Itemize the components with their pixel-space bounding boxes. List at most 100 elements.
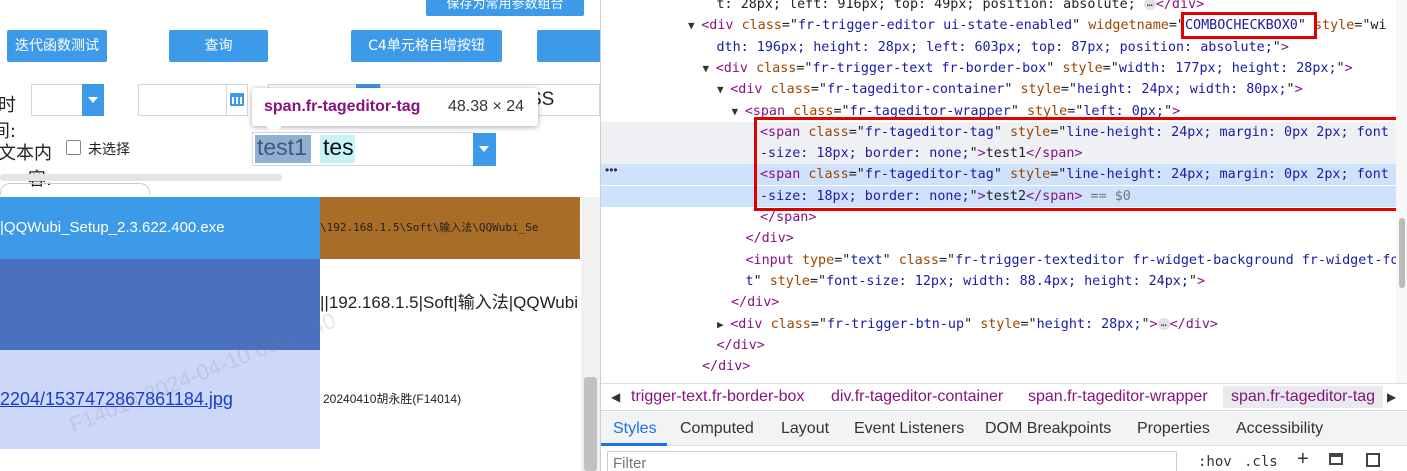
- cls-toggle[interactable]: .cls: [1244, 454, 1278, 470]
- code-token: </div>: [1169, 316, 1218, 332]
- query-button[interactable]: 查询: [169, 30, 268, 62]
- code-token: height: 24px; width: 80px;: [1076, 82, 1287, 98]
- tab-dom-breakpoints[interactable]: DOM Breakpoints: [985, 420, 1111, 438]
- unselected-checkbox[interactable]: [66, 140, 81, 155]
- dom-tree-line[interactable]: <input type="text" class="fr-trigger-tex…: [601, 250, 1407, 271]
- code-token: >: [1196, 273, 1206, 289]
- code-token: class: [756, 60, 797, 76]
- scroll-left-icon[interactable]: ◀: [611, 384, 620, 410]
- code-token: ": [1141, 316, 1150, 332]
- hov-toggle[interactable]: :hov: [1198, 454, 1232, 470]
- extra-button[interactable]: [537, 30, 600, 62]
- code-token: type: [801, 252, 835, 268]
- code-token: <div: [730, 316, 771, 332]
- code-token: fr-tageditor-container: [827, 82, 1005, 98]
- tooltip-selector: span.fr-tageditor-tag: [264, 98, 421, 115]
- dom-tree-line[interactable]: t" style="font-size: 12px; width: 88.4px…: [601, 271, 1407, 292]
- iterate-test-button[interactable]: 迭代函数测试: [7, 30, 107, 62]
- expand-triangle-icon[interactable]: ▼: [732, 105, 745, 118]
- code-token: <div: [715, 60, 757, 76]
- code-token: t: 28px; left: 916px; top: 49px; positio…: [716, 0, 1144, 12]
- sidebar-toggle-icon[interactable]: [1366, 453, 1380, 467]
- code-token: class: [741, 18, 782, 34]
- combo-checkbox[interactable]: test1 tes: [252, 132, 474, 166]
- code-token: =": [1060, 82, 1077, 98]
- breadcrumb-item[interactable]: div.fr-tageditor-container: [831, 384, 1003, 410]
- ellipsis-badge[interactable]: …: [1157, 317, 1170, 330]
- more-icon[interactable]: •••: [605, 163, 618, 177]
- dom-tree-line[interactable]: ▼ <div class="fr-trigger-text fr-border-…: [601, 58, 1407, 79]
- code-token: width: 177px; height: 28px;: [1118, 60, 1337, 76]
- code-token: height: 28px;: [1036, 316, 1142, 332]
- code-token: ": [753, 273, 770, 289]
- chevron-down-icon[interactable]: [82, 84, 104, 116]
- code-token: fr-trigger-editor ui-state-enabled: [798, 18, 1073, 34]
- code-token: ": [964, 316, 981, 332]
- tab-computed[interactable]: Computed: [680, 420, 754, 438]
- tab-accessibility[interactable]: Accessibility: [1236, 420, 1323, 438]
- vertical-scrollbar[interactable]: [581, 197, 600, 471]
- collapse-triangle-icon[interactable]: ▶: [717, 318, 730, 331]
- devtools-scrollbar[interactable]: [1396, 0, 1407, 383]
- chevron-down-icon[interactable]: [473, 133, 496, 166]
- code-token: >: [1294, 82, 1303, 98]
- code-token: <div: [730, 82, 771, 98]
- dom-tree-line[interactable]: ▶ <div class="fr-trigger-btn-up" style="…: [601, 314, 1407, 335]
- dom-tree-line[interactable]: </div>: [601, 292, 1407, 313]
- save-params-button[interactable]: 保存为常用参数组合: [426, 0, 584, 16]
- dom-tree-line[interactable]: </div>: [601, 335, 1407, 356]
- breadcrumb-item[interactable]: trigger-text.fr-border-box: [631, 384, 804, 410]
- filter-bar: :hov .cls +: [601, 446, 1407, 471]
- code-token: ": [1336, 60, 1345, 76]
- code-token: </span>: [760, 210, 817, 225]
- expand-triangle-icon[interactable]: ▼: [717, 83, 730, 96]
- computed-styles-icon[interactable]: [1329, 453, 1343, 465]
- tooltip-size: 48.38 × 24: [448, 98, 525, 115]
- time-label: 时间:: [0, 95, 16, 142]
- code-token: </div>: [702, 359, 751, 375]
- code-token: =": [810, 316, 827, 332]
- code-token: =": [810, 273, 827, 289]
- code-token: =": [781, 18, 798, 34]
- code-token: ": [1272, 39, 1281, 55]
- horizontal-scrollbar[interactable]: [0, 174, 282, 181]
- code-token: ": [1046, 60, 1063, 76]
- tab-styles[interactable]: Styles: [613, 420, 657, 438]
- dom-tree-line[interactable]: </div>: [601, 228, 1407, 249]
- code-token: ": [1004, 82, 1021, 98]
- scroll-right-icon[interactable]: ▶: [1387, 384, 1396, 410]
- code-token: >: [1344, 60, 1353, 76]
- code-token: style: [769, 273, 810, 289]
- code-token: style: [1020, 82, 1061, 98]
- code-token: =": [810, 82, 827, 98]
- divider: [0, 183, 150, 195]
- table-cell: \192.168.1.5\Soft\输入法\QQWubi_Se: [320, 197, 580, 259]
- expand-triangle-icon[interactable]: ▼: [688, 19, 701, 32]
- code-token: >: [1149, 316, 1158, 332]
- styles-filter-input[interactable]: [607, 451, 1177, 471]
- ellipsis-badge[interactable]: …: [1143, 0, 1156, 10]
- code-token: ": [1188, 273, 1197, 289]
- tab-layout[interactable]: Layout: [781, 420, 829, 438]
- dom-tree-line[interactable]: dth: 196px; height: 28px; left: 603px; t…: [601, 37, 1407, 58]
- tag-test1[interactable]: test1: [257, 134, 307, 161]
- code-token: text: [850, 252, 883, 268]
- table-cell: ||192.168.1.5|Soft|输入法|QQWubi: [320, 259, 580, 350]
- breadcrumb-item-active[interactable]: span.fr-tageditor-tag: [1223, 386, 1384, 408]
- devtools-panel: t: 28px; left: 916px; top: 49px; positio…: [600, 0, 1407, 471]
- tab-event-listeners[interactable]: Event Listeners: [854, 420, 964, 438]
- code-token: widgetname: [1088, 18, 1169, 34]
- calendar-icon[interactable]: [226, 84, 248, 116]
- tab-properties[interactable]: Properties: [1137, 420, 1210, 438]
- date-input[interactable]: [138, 84, 228, 116]
- code-token: dth: 196px; height: 28px; left: 603px; t…: [716, 39, 1273, 55]
- select-input-1[interactable]: [31, 84, 83, 116]
- c4-increment-button[interactable]: C4单元格自增按钮: [351, 30, 502, 62]
- dom-tree-line[interactable]: </div>: [601, 356, 1407, 377]
- add-rule-icon[interactable]: +: [1297, 448, 1309, 471]
- table-link[interactable]: 2204/1537472867861184.jpg: [0, 350, 320, 449]
- tag-input[interactable]: tes: [323, 134, 354, 161]
- expand-triangle-icon[interactable]: ▼: [703, 62, 716, 75]
- breadcrumb-item[interactable]: span.fr-tageditor-wrapper: [1028, 384, 1208, 410]
- dom-tree-line[interactable]: ▼ <div class="fr-tageditor-container" st…: [601, 79, 1407, 100]
